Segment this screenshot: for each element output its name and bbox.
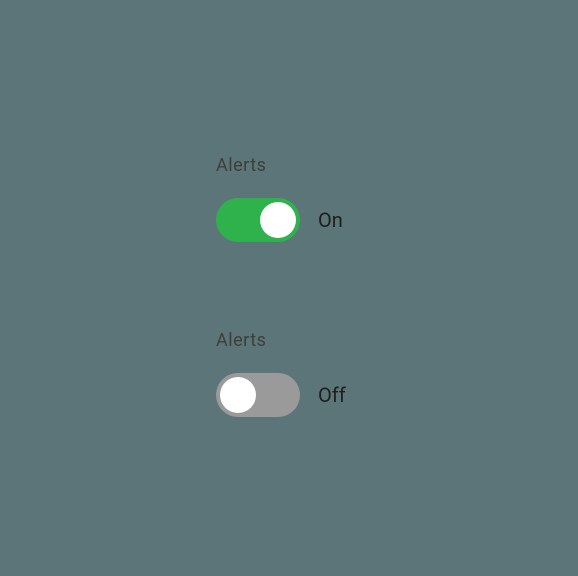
toggle-row: Off: [216, 373, 346, 417]
alerts-label: Alerts: [216, 155, 343, 176]
toggle-state-text: Off: [318, 383, 346, 407]
alerts-toggle-group-on: Alerts On: [216, 155, 343, 242]
toggle-knob: [260, 202, 296, 238]
alerts-toggle-off[interactable]: [216, 373, 300, 417]
toggle-knob: [220, 377, 256, 413]
alerts-toggle-group-off: Alerts Off: [216, 330, 346, 417]
alerts-toggle-on[interactable]: [216, 198, 300, 242]
alerts-label: Alerts: [216, 330, 346, 351]
toggle-state-text: On: [318, 208, 343, 232]
toggle-row: On: [216, 198, 343, 242]
